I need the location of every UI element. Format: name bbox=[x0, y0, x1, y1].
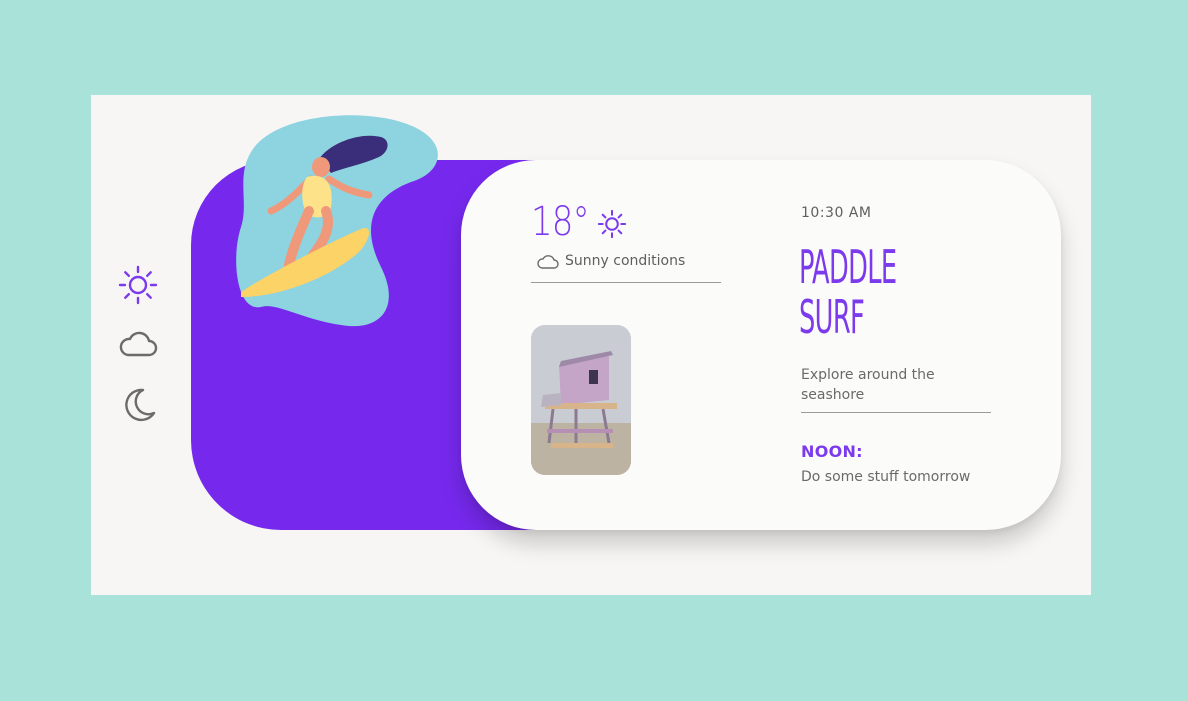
activity-card: 18° Sunny conditions 10:30 AM PADDLE SUR… bbox=[461, 160, 1061, 530]
conditions-text: Sunny conditions bbox=[565, 253, 686, 269]
activity-title: PADDLE SURF bbox=[799, 240, 897, 344]
temperature-row: 18° bbox=[531, 198, 629, 250]
activity-time: 10:30 AM bbox=[801, 205, 872, 221]
temperature-value: 18° bbox=[531, 199, 590, 245]
cloud-icon bbox=[537, 255, 559, 269]
divider bbox=[531, 282, 721, 283]
activity-title-line1: PADDLE bbox=[799, 240, 897, 294]
divider bbox=[801, 412, 991, 413]
activity-title-line2: SURF bbox=[799, 290, 865, 344]
lifeguard-tower-image bbox=[531, 325, 631, 475]
moon-icon[interactable] bbox=[116, 383, 160, 427]
sun-icon[interactable] bbox=[116, 263, 160, 307]
lifeguard-tower-photo[interactable] bbox=[531, 325, 631, 475]
noon-label: NOON: bbox=[801, 442, 863, 461]
conditions-row: Sunny conditions bbox=[536, 252, 685, 270]
surfer-illustration bbox=[236, 115, 438, 327]
cloud-icon[interactable] bbox=[116, 323, 160, 367]
mode-sidebar bbox=[116, 263, 160, 443]
weather-widget-stage: 18° Sunny conditions 10:30 AM PADDLE SUR… bbox=[91, 95, 1091, 595]
activity-description: Explore around the seashore bbox=[801, 367, 935, 403]
noon-text: Do some stuff tomorrow bbox=[801, 469, 971, 485]
sun-icon bbox=[597, 209, 627, 239]
